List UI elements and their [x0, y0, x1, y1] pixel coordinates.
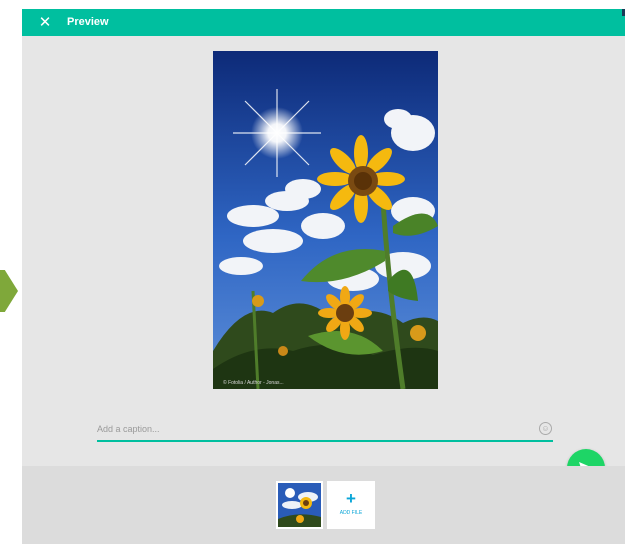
plus-icon: + [346, 489, 356, 508]
add-file-button[interactable]: + ADD FILE [327, 481, 375, 529]
attachment-thumbnail[interactable] [276, 481, 323, 529]
attachment-tray: + ADD FILE [22, 466, 625, 544]
caption-field: ☺ [97, 419, 553, 442]
preview-image: © Fotolia / Author - Jonas... [213, 51, 438, 389]
close-icon[interactable]: ✕ [36, 14, 54, 31]
emoji-icon[interactable]: ☺ [539, 422, 552, 435]
preview-window: ✕ Preview © Fotolia / Author - Jonas... … [22, 9, 625, 544]
caption-input[interactable] [97, 419, 527, 438]
left-arrow-decoration [0, 270, 18, 312]
title-bar: ✕ Preview [22, 9, 625, 36]
window-title: Preview [67, 16, 109, 28]
add-file-label: ADD FILE [339, 510, 363, 516]
photo-credit: © Fotolia / Author - Jonas... [223, 380, 284, 386]
